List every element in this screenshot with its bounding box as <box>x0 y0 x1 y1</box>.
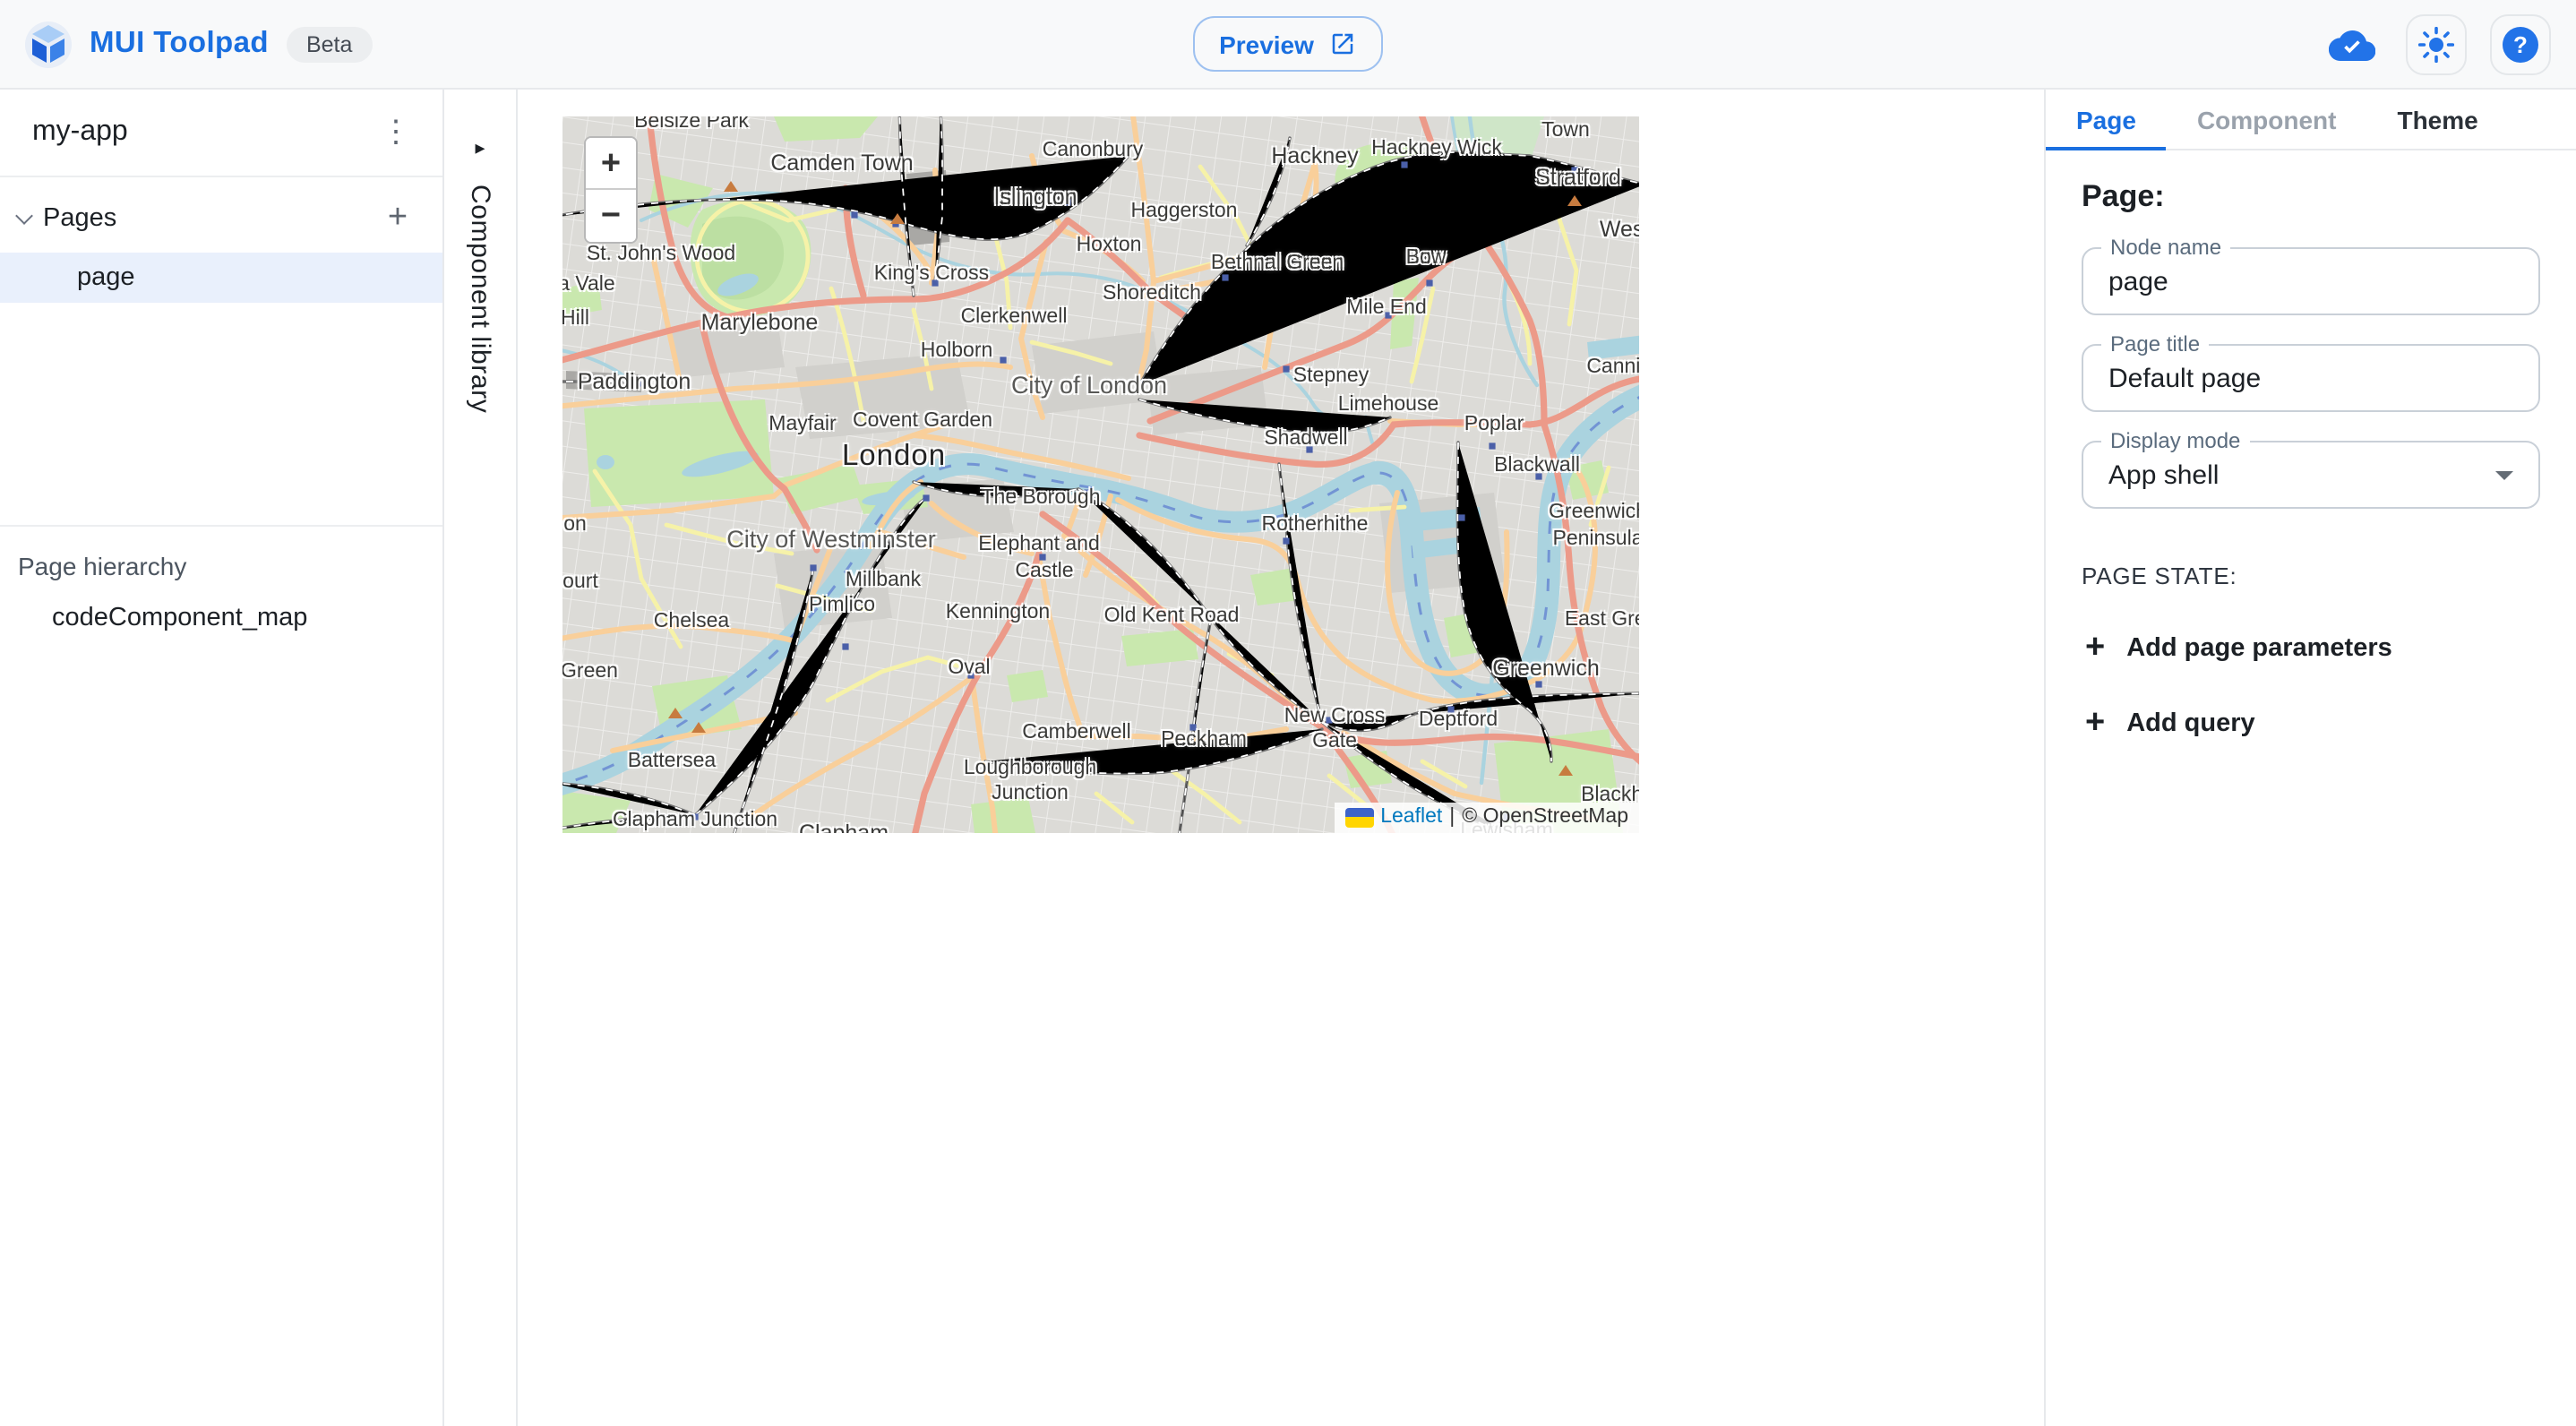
app-name: my-app <box>32 116 128 149</box>
chevron-down-icon[interactable] <box>15 207 33 225</box>
display-mode-label: Display mode <box>2101 430 2249 453</box>
app-menu-kebab-icon[interactable]: ⋮ <box>371 107 421 158</box>
osm-attribution[interactable]: © OpenStreetMap <box>1462 806 1628 828</box>
svg-text:?: ? <box>2513 30 2528 57</box>
dropdown-caret-icon <box>2495 470 2513 479</box>
brand-title: MUI Toolpad <box>90 27 269 61</box>
map-attribution: Leaflet | © OpenStreetMap <box>1334 803 1639 833</box>
leaflet-link[interactable]: Leaflet <box>1380 806 1442 828</box>
help-icon: ? <box>2501 24 2540 64</box>
node-name-input[interactable] <box>2108 266 2513 296</box>
sidebar-item-page[interactable]: page <box>0 253 442 303</box>
hierarchy-item-code-component-map[interactable]: codeComponent_map <box>0 580 442 632</box>
attribution-separator: | <box>1449 806 1455 828</box>
page-title-input[interactable] <box>2108 363 2513 393</box>
tab-theme[interactable]: Theme <box>2366 90 2508 149</box>
page-state-heading: PAGE STATE: <box>2082 563 2540 589</box>
component-library-strip[interactable]: ▸ Component library <box>444 90 518 1426</box>
inspector-panel: Page Component Theme Page: Node name Pag… <box>2044 90 2576 1426</box>
page-title-field: Page title <box>2082 344 2540 412</box>
ukraine-flag-icon <box>1344 807 1373 827</box>
component-library-label: Component library <box>465 185 495 413</box>
brand: MUI Toolpad Beta <box>25 21 372 67</box>
beta-badge: Beta <box>287 26 372 62</box>
zoom-out-button[interactable]: − <box>586 190 636 242</box>
tab-component[interactable]: Component <box>2167 90 2367 149</box>
map-zoom-control: + − <box>584 136 638 244</box>
explorer-sidebar: my-app ⋮ Pages + page Page hierarchy cod… <box>0 90 444 1426</box>
add-page-button[interactable]: + <box>374 195 421 242</box>
help-button[interactable]: ? <box>2490 13 2551 74</box>
pages-section-header: Pages + <box>0 192 442 245</box>
theme-toggle-sun-icon <box>2418 26 2454 62</box>
toolpad-logo-icon <box>25 21 72 67</box>
toolpad-editor: MUI Toolpad Beta Preview <box>0 0 2576 1426</box>
page-heading: Page: <box>2082 179 2540 215</box>
theme-toggle-button[interactable] <box>2406 13 2467 74</box>
editor-canvas: Belsize ParkCamden TownCanonburyHackneyH… <box>518 90 2044 1426</box>
plus-icon: + <box>2085 708 2105 740</box>
add-page-parameters-label: Add page parameters <box>2126 634 2392 663</box>
preview-button[interactable]: Preview <box>1192 16 1384 72</box>
add-query-label: Add query <box>2126 709 2254 738</box>
inspector-tabs: Page Component Theme <box>2046 90 2576 150</box>
plus-icon: + <box>2085 632 2105 665</box>
cloud-done-icon <box>2329 26 2375 62</box>
pages-section-label: Pages <box>43 204 116 233</box>
page-hierarchy-title: Page hierarchy <box>0 527 442 580</box>
preview-button-label: Preview <box>1219 30 1314 58</box>
app-header: my-app ⋮ <box>0 90 442 177</box>
page-title-label: Page title <box>2101 333 2209 356</box>
open-in-new-icon <box>1330 30 1357 57</box>
leaflet-map[interactable]: Belsize ParkCamden TownCanonburyHackneyH… <box>562 116 1639 833</box>
add-page-parameters-button[interactable]: + Add page parameters <box>2082 632 2392 665</box>
expand-right-icon[interactable]: ▸ <box>475 136 485 159</box>
node-name-label: Node name <box>2101 236 2230 260</box>
display-mode-value: App shell <box>2108 460 2495 490</box>
zoom-in-button[interactable]: + <box>586 138 636 190</box>
app-bar: MUI Toolpad Beta Preview <box>0 0 2576 90</box>
display-mode-select[interactable]: Display mode App shell <box>2082 441 2540 509</box>
map-tiles <box>562 116 1639 833</box>
add-query-button[interactable]: + Add query <box>2082 708 2255 740</box>
tab-page[interactable]: Page <box>2046 90 2167 149</box>
deploy-status-button[interactable] <box>2322 13 2383 74</box>
page-item-label: page <box>77 263 135 292</box>
node-name-field: Node name <box>2082 247 2540 315</box>
